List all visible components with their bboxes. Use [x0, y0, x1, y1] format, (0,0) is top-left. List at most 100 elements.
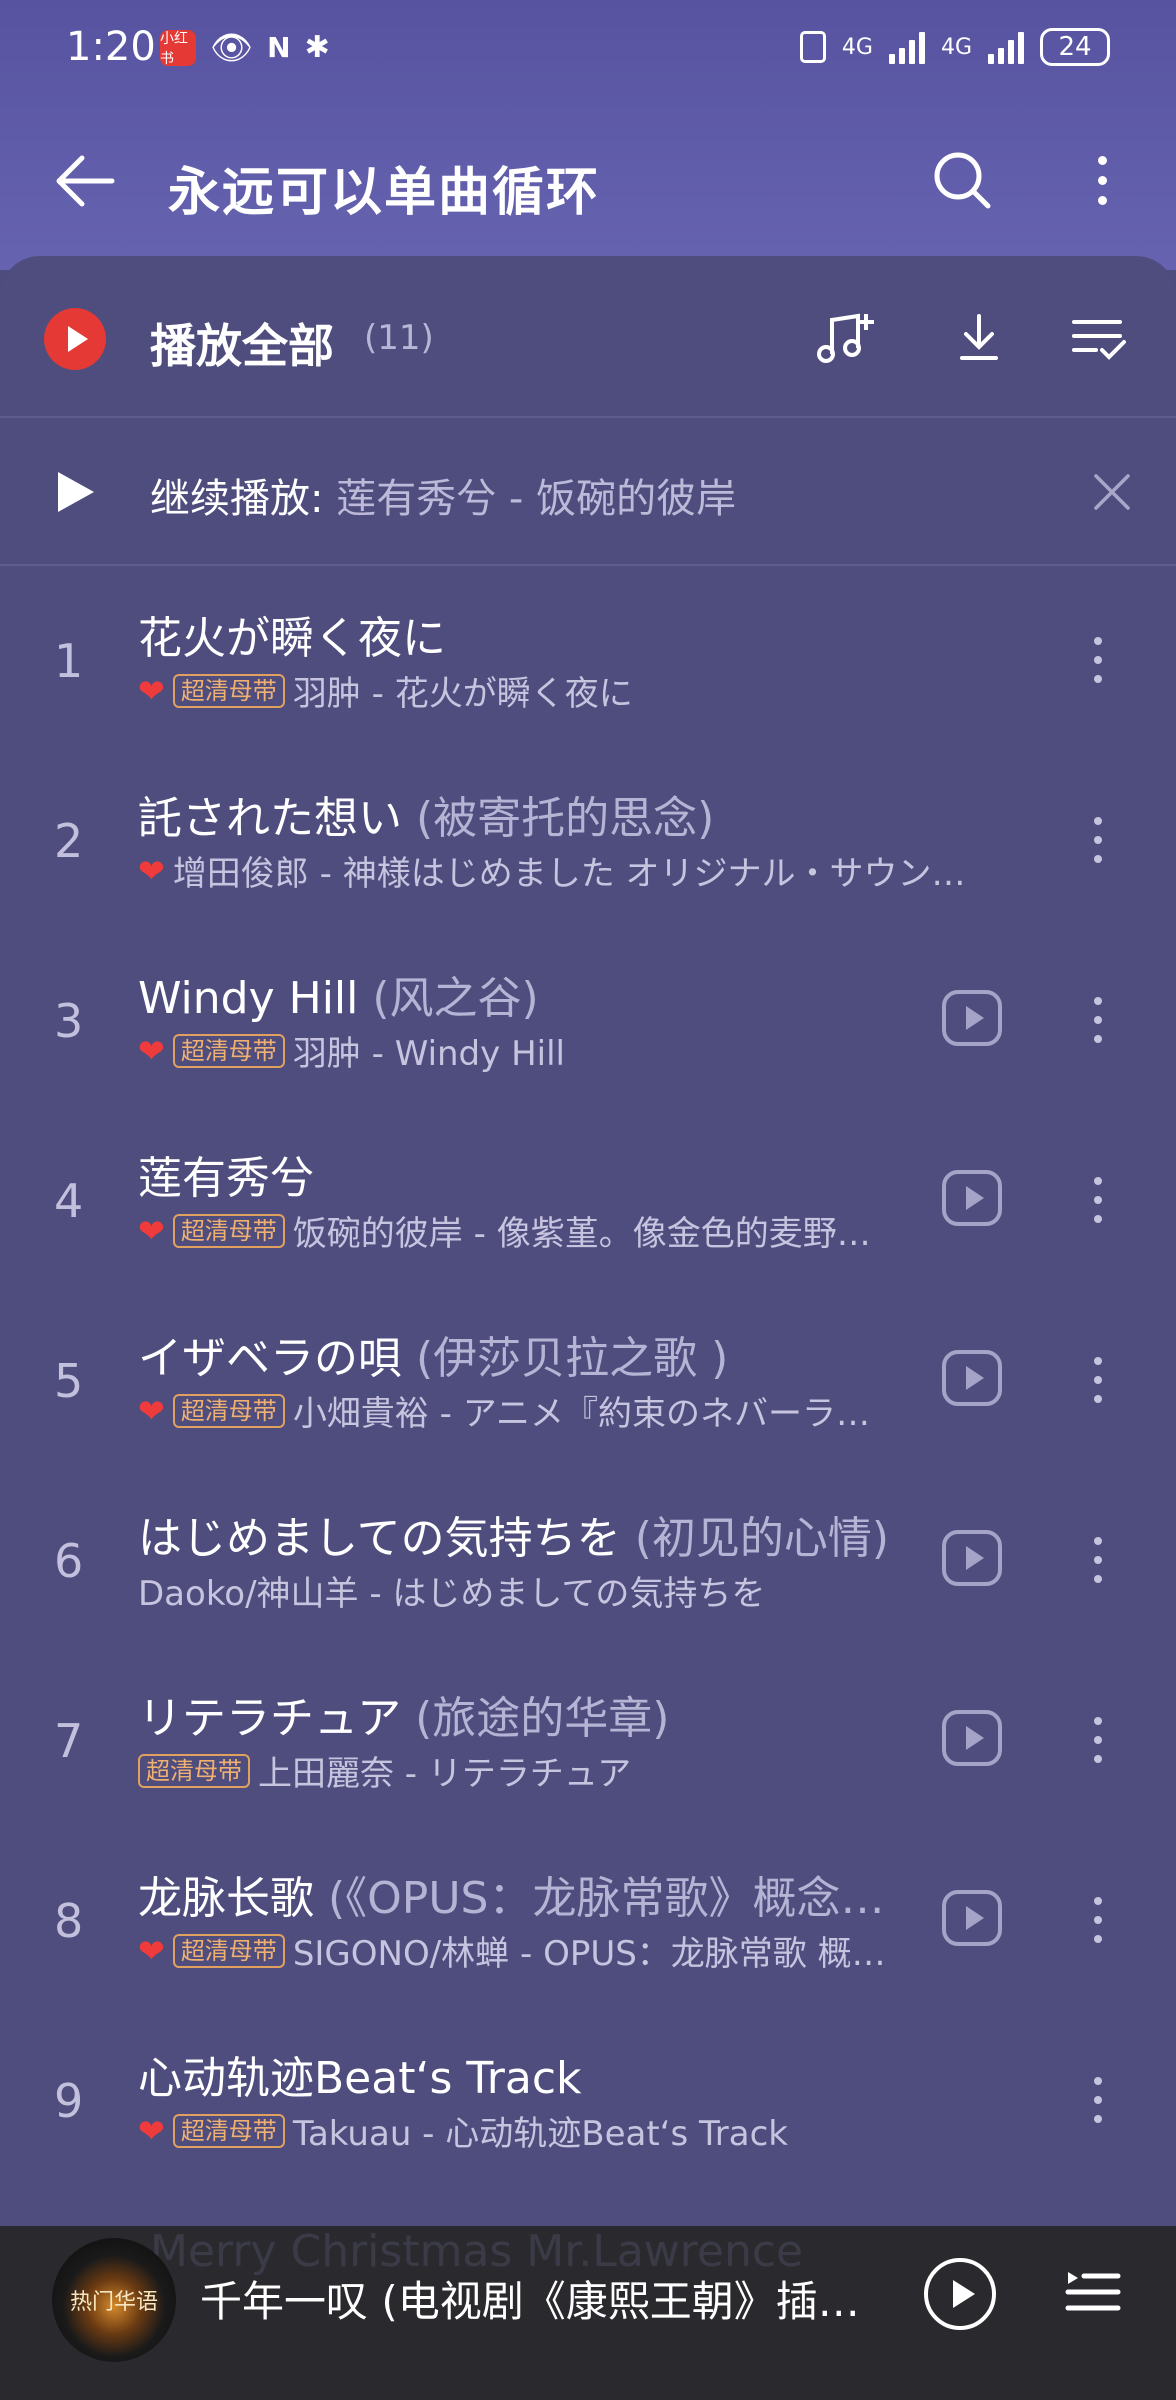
- song-name: 莲有秀兮: [138, 1153, 314, 1204]
- artist-album: 增田俊郎 - 神様はじめました オリジナル・サウン…: [172, 854, 966, 894]
- song-title: Windy Hill (风之谷): [138, 962, 539, 1026]
- mv-play-icon[interactable]: [942, 990, 1002, 1046]
- quality-badge: 超清母带: [172, 1933, 285, 1968]
- song-name: Windy Hill: [138, 973, 359, 1024]
- play-pause-icon[interactable]: [924, 2258, 996, 2330]
- song-meta: ❤ 增田俊郎 - 神様はじめました オリジナル・サウン…: [138, 846, 966, 895]
- track-number: 1: [54, 634, 84, 688]
- mv-play-icon[interactable]: [942, 1350, 1002, 1406]
- artist-album: 小畑貴裕 - アニメ『約束のネバーラ…: [292, 1394, 871, 1434]
- song-meta: ❤ 超清母带 小畑貴裕 - アニメ『約束のネバーラ…: [138, 1386, 870, 1435]
- heart-icon[interactable]: ❤: [138, 854, 165, 888]
- back-arrow-icon[interactable]: [50, 146, 120, 216]
- add-music-icon[interactable]: [810, 304, 880, 374]
- song-title: 莲有秀兮: [138, 1142, 314, 1206]
- song-alias: (《OPUS：龙脉常歌》概念…: [328, 1873, 885, 1924]
- artist-album: 羽肿 - Windy Hill: [292, 1034, 565, 1074]
- song-more-icon[interactable]: [1080, 2062, 1116, 2138]
- song-more-icon[interactable]: [1080, 1882, 1116, 1958]
- status-time: 1:20: [66, 24, 156, 70]
- track-number: 3: [54, 994, 84, 1048]
- song-name: 託された想い: [138, 793, 402, 844]
- network-label-2: 4G: [940, 34, 972, 60]
- bluetooth-icon: ✱: [304, 30, 330, 65]
- vibrate-icon: [799, 31, 826, 63]
- track-number: 5: [54, 1354, 84, 1408]
- song-name: 龙脉长歌: [138, 1873, 314, 1924]
- mv-play-icon[interactable]: [942, 1710, 1002, 1766]
- play-all-icon[interactable]: [44, 308, 106, 370]
- resume-play-icon[interactable]: [58, 472, 94, 512]
- multi-select-icon[interactable]: [1064, 304, 1134, 374]
- heart-icon[interactable]: ❤: [138, 674, 165, 708]
- song-name: リテラチュア: [138, 1693, 402, 1744]
- heart-icon[interactable]: ❤: [138, 1214, 165, 1248]
- mini-player[interactable]: Merry Christmas Mr.Lawrence 热门华语 千年一叹 (电…: [0, 2226, 1176, 2400]
- playlist-queue-icon[interactable]: [1064, 2262, 1122, 2322]
- song-more-icon[interactable]: [1080, 1522, 1116, 1598]
- track-number: 9: [54, 2074, 84, 2128]
- song-more-icon[interactable]: [1080, 802, 1116, 878]
- artist-album: 上田麗奈 - リテラチュア: [258, 1754, 632, 1794]
- song-row[interactable]: 4 莲有秀兮 ❤ 超清母带 饭碗的彼岸 - 像紫堇。像金色的麦野…: [0, 1110, 1176, 1290]
- song-more-icon[interactable]: [1080, 982, 1116, 1058]
- artist-album: Daoko/神山羊 - はじめましての気持ちを: [138, 1574, 766, 1614]
- song-name: 心动轨迹Beat‘s Track: [138, 2053, 582, 2104]
- album-cover[interactable]: 热门华语: [52, 2238, 176, 2362]
- song-alias: (初见的心情): [634, 1513, 890, 1564]
- song-meta: ❤ 超清母带 羽肿 - Windy Hill: [138, 1026, 565, 1075]
- song-title: 龙脉长歌 (《OPUS：龙脉常歌》概念…: [138, 1862, 884, 1926]
- mv-play-icon[interactable]: [942, 1890, 1002, 1946]
- song-row[interactable]: 3 Windy Hill (风之谷) ❤ 超清母带 羽肿 - Windy Hill: [0, 930, 1176, 1110]
- song-title: 託された想い (被寄托的思念): [138, 782, 714, 846]
- network-label: 4G: [841, 34, 873, 60]
- song-row[interactable]: 5 イザベラの唄 (伊莎贝拉之歌 ) ❤ 超清母带 小畑貴裕 - アニメ『約束のネバーラ…: [0, 1290, 1176, 1470]
- search-icon[interactable]: [926, 144, 998, 216]
- song-meta: 超清母带 上田麗奈 - リテラチュア: [138, 1746, 631, 1795]
- mv-play-icon[interactable]: [942, 1530, 1002, 1586]
- song-count: (11): [364, 318, 434, 358]
- heart-icon[interactable]: ❤: [138, 2114, 165, 2148]
- song-name: イザベラの唄: [138, 1333, 402, 1384]
- heart-icon[interactable]: ❤: [138, 1034, 165, 1068]
- song-more-icon[interactable]: [1080, 1702, 1116, 1778]
- close-icon[interactable]: [1088, 468, 1136, 516]
- song-row[interactable]: 9 心动轨迹Beat‘s Track ❤ 超清母带 Takuau - 心动轨迹Beat‘…: [0, 2010, 1176, 2190]
- artist-album: 饭碗的彼岸 - 像紫堇。像金色的麦野…: [292, 1214, 871, 1254]
- song-row[interactable]: 8 龙脉长歌 (《OPUS：龙脉常歌》概念… ❤ 超清母带 SIGONO/林蝉 - OP…: [0, 1830, 1176, 2010]
- song-row[interactable]: 6 はじめましての気持ちを (初见的心情) Daoko/神山羊 - はじめましての気…: [0, 1470, 1176, 1650]
- artist-album: Takuau - 心动轨迹Beat‘s Track: [292, 2114, 788, 2154]
- more-vertical-icon[interactable]: [1080, 144, 1124, 216]
- resume-label: 继续播放:: [150, 476, 324, 522]
- now-playing-title[interactable]: 千年一叹 (电视剧《康熙王朝》插…: [200, 2268, 860, 2329]
- song-row[interactable]: 1 花火が瞬く夜に ❤ 超清母带 羽肿 - 花火が瞬く夜に: [0, 570, 1176, 750]
- song-row[interactable]: 7 リテラチュア (旅途的华章) 超清母带 上田麗奈 - リテラチュア: [0, 1650, 1176, 1830]
- song-more-icon[interactable]: [1080, 622, 1116, 698]
- app-header: 永远可以单曲循环: [0, 120, 1176, 240]
- track-number: 6: [54, 1534, 84, 1588]
- song-row[interactable]: 2 託された想い (被寄托的思念) ❤ 增田俊郎 - 神様はじめました オリジナル・サ…: [0, 750, 1176, 930]
- mv-play-icon[interactable]: [942, 1170, 1002, 1226]
- song-title: 心动轨迹Beat‘s Track: [138, 2042, 582, 2106]
- resume-track: 莲有秀兮 - 饭碗的彼岸: [336, 476, 737, 522]
- battery-icon: 24: [1040, 28, 1110, 66]
- song-title: リテラチュア (旅途的华章): [138, 1682, 669, 1746]
- heart-icon[interactable]: ❤: [138, 1934, 165, 1968]
- page-title: 永远可以单曲循环: [168, 163, 601, 223]
- song-title: 花火が瞬く夜に: [138, 602, 446, 666]
- song-meta: Daoko/神山羊 - はじめましての気持ちを: [138, 1566, 765, 1615]
- song-more-icon[interactable]: [1080, 1162, 1116, 1238]
- song-title: イザベラの唄 (伊莎贝拉之歌 ): [138, 1322, 728, 1386]
- track-number: 4: [54, 1174, 84, 1228]
- song-more-icon[interactable]: [1080, 1342, 1116, 1418]
- quality-badge: 超清母带: [172, 2113, 285, 2148]
- heart-icon[interactable]: ❤: [138, 1394, 165, 1428]
- resume-playback-bar[interactable]: 继续播放: 莲有秀兮 - 饭碗的彼岸: [0, 420, 1176, 565]
- signal-icon-2: [988, 30, 1024, 64]
- download-icon[interactable]: [944, 304, 1014, 374]
- track-number: 2: [54, 814, 84, 868]
- song-alias: (旅途的华章): [415, 1693, 670, 1744]
- artist-album: SIGONO/林蝉 - OPUS：龙脉常歌 概…: [292, 1934, 886, 1974]
- song-list: 1 花火が瞬く夜に ❤ 超清母带 羽肿 - 花火が瞬く夜に 2 託された想い (被寄托的思念…: [0, 570, 1176, 2190]
- play-all-button[interactable]: 播放全部: [150, 310, 334, 376]
